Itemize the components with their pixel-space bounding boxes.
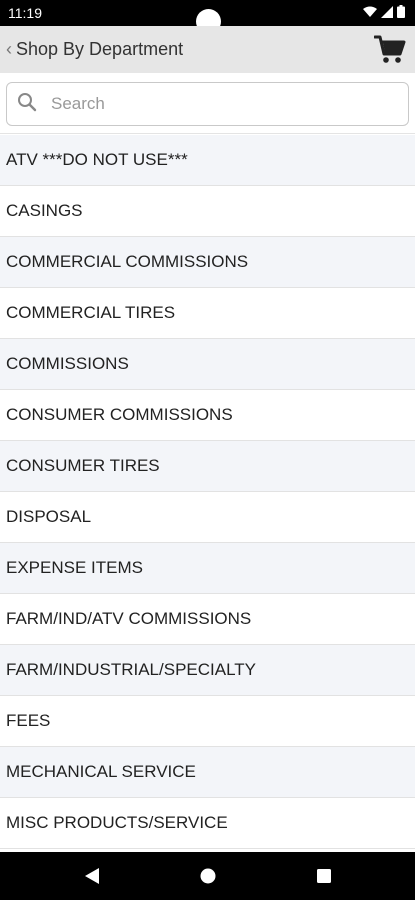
shopping-cart-icon[interactable] — [373, 33, 407, 67]
list-item[interactable]: COMMERCIAL COMMISSIONS — [0, 237, 415, 288]
system-nav-bar — [0, 852, 415, 900]
list-item-label: FARM/IND/ATV COMMISSIONS — [6, 609, 252, 628]
signal-icon — [381, 5, 393, 21]
list-item-label: COMMERCIAL TIRES — [6, 303, 176, 322]
status-icons — [363, 5, 405, 21]
status-time: 11:19 — [8, 5, 42, 21]
list-item[interactable]: EXPENSE ITEMS — [0, 543, 415, 594]
search-input[interactable] — [51, 94, 371, 114]
list-item-label: MISC PRODUCTS/SERVICE — [6, 813, 228, 832]
list-item[interactable]: COMMERCIAL TIRES — [0, 288, 415, 339]
app-header: ‹ Shop By Department — [0, 26, 415, 73]
list-item-label: EXPENSE ITEMS — [6, 558, 143, 577]
list-item-label: FEES — [6, 711, 51, 730]
list-item-label: DISPOSAL — [6, 507, 92, 526]
list-item-label: CONSUMER TIRES — [6, 456, 160, 475]
battery-icon — [397, 5, 405, 21]
list-item-label: ATV ***DO NOT USE*** — [6, 150, 188, 169]
list-item[interactable]: MISC PRODUCTS/SERVICE — [0, 798, 415, 849]
home-circle-icon[interactable] — [196, 864, 220, 888]
back-triangle-icon[interactable] — [80, 864, 104, 888]
list-item-label: FARM/INDUSTRIAL/SPECIALTY — [6, 660, 257, 679]
list-item[interactable]: DISPOSAL — [0, 492, 415, 543]
list-item[interactable]: FARM/IND/ATV COMMISSIONS — [0, 594, 415, 645]
list-item[interactable]: COMMISSIONS — [0, 339, 415, 390]
back-button[interactable]: ‹ Shop By Department — [6, 39, 183, 60]
list-item-label: CASINGS — [6, 201, 83, 220]
chevron-left-icon: ‹ — [6, 38, 12, 59]
list-item[interactable]: ATV ***DO NOT USE*** — [0, 135, 415, 186]
list-item-label: CONSUMER COMMISSIONS — [6, 405, 233, 424]
list-item-label: COMMERCIAL COMMISSIONS — [6, 252, 249, 271]
search-bar — [0, 73, 415, 134]
list-item-label: COMMISSIONS — [6, 354, 129, 373]
list-item[interactable]: CONSUMER TIRES — [0, 441, 415, 492]
list-item-label: MECHANICAL SERVICE — [6, 762, 196, 781]
page-title: Shop By Department — [16, 39, 184, 59]
list-item[interactable]: FEES — [0, 696, 415, 747]
recents-square-icon[interactable] — [312, 864, 336, 888]
list-item[interactable]: CONSUMER COMMISSIONS — [0, 390, 415, 441]
list-item[interactable]: FARM/INDUSTRIAL/SPECIALTY — [0, 645, 415, 696]
search-box[interactable] — [6, 82, 409, 126]
list-item[interactable]: MECHANICAL SERVICE — [0, 747, 415, 798]
search-icon — [17, 92, 37, 117]
list-item[interactable]: CASINGS — [0, 186, 415, 237]
department-list: ATV ***DO NOT USE*** CASINGS COMMERCIAL … — [0, 135, 415, 852]
wifi-icon — [363, 5, 377, 21]
